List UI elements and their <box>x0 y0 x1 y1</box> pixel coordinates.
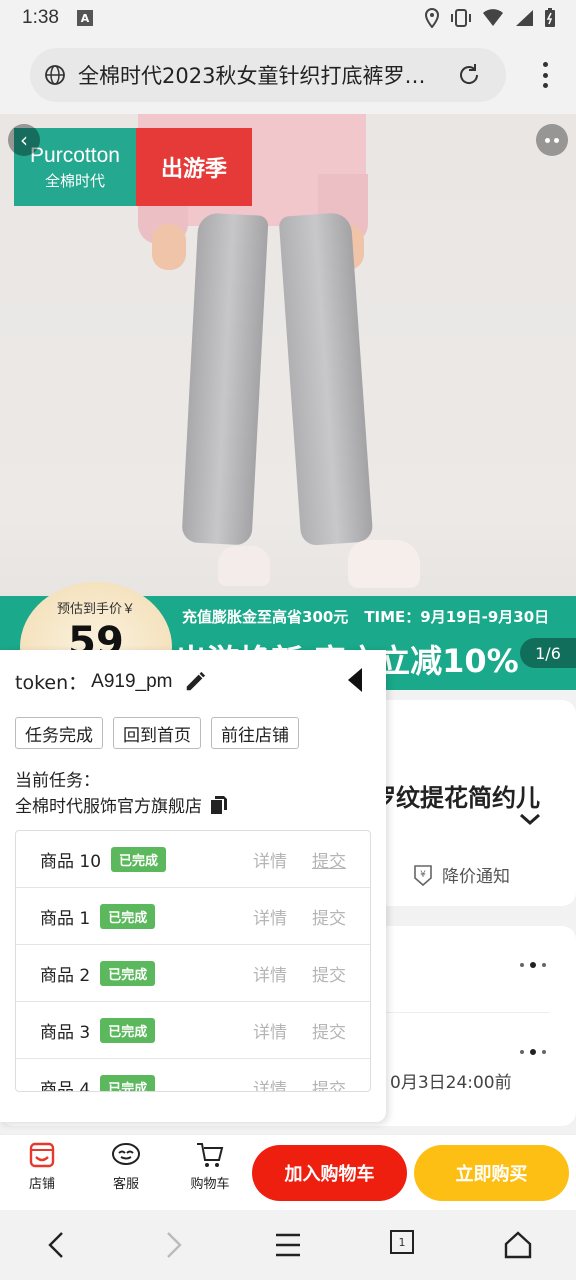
brand-name-en: Purcotton <box>30 143 120 167</box>
back-icon[interactable]: ‹ <box>8 124 40 156</box>
browser-menu-icon[interactable] <box>542 62 548 88</box>
promo-deposit-text: 充值膨胀金至高省300元 <box>182 608 349 626</box>
more-dots-icon[interactable] <box>520 1049 550 1055</box>
edit-icon[interactable] <box>184 671 206 693</box>
svg-text:¥: ¥ <box>420 870 426 880</box>
status-badge: 已完成 <box>111 846 167 872</box>
submit-link[interactable]: 提交 <box>312 961 346 986</box>
status-badge: 已完成 <box>100 1074 156 1091</box>
submit-link[interactable]: 提交 <box>312 1075 346 1092</box>
copy-icon[interactable] <box>210 795 228 815</box>
brand-logo: Purcotton 全棉时代 出游季 <box>14 128 252 206</box>
go-to-shop-button[interactable]: 前往店铺 <box>211 717 299 749</box>
forward-arrow-icon[interactable] <box>162 1230 186 1260</box>
status-badge: 已完成 <box>100 1017 156 1043</box>
price-notice-button[interactable]: ¥ 降价通知 <box>412 862 510 887</box>
detail-link[interactable]: 详情 <box>253 847 287 872</box>
table-row: 商品 4 已完成 详情 提交 <box>16 1059 370 1092</box>
product-title: 罗纹提花简约儿 <box>372 784 540 812</box>
product-image-carousel[interactable]: Purcotton 全棉时代 出游季 ‹ 充值膨胀金至高省300元 TIME：9月… <box>0 114 576 690</box>
product-photo-shoe <box>348 540 420 588</box>
service-label: 客服 <box>112 1177 139 1192</box>
cart-tab[interactable]: 购物车 <box>180 1141 240 1192</box>
location-icon <box>424 8 440 28</box>
tab-count: 1 <box>398 1235 406 1249</box>
detail-link[interactable]: 详情 <box>253 904 287 929</box>
shop-label: 店铺 <box>28 1177 55 1192</box>
vibrate-icon <box>451 9 471 27</box>
browser-toolbar: 全棉时代2023秋女童针织打底裤罗… <box>0 36 576 114</box>
status-time: 1:38 <box>22 7 59 28</box>
panel-buttons: 任务完成 回到首页 前往店铺 <box>15 717 299 749</box>
status-icons <box>424 8 556 28</box>
brand-name-cn: 全棉时代 <box>44 171 105 190</box>
price-label: 预估到手价￥ <box>56 602 135 617</box>
delivery-deadline: 0月3日24:00前 <box>390 1073 512 1093</box>
token-row: token： A919_pm <box>15 668 206 695</box>
add-to-cart-button[interactable]: 加入购物车 <box>252 1145 407 1201</box>
divider <box>380 1012 550 1013</box>
chevron-down-icon[interactable] <box>518 812 542 826</box>
task-complete-button[interactable]: 任务完成 <box>15 717 103 749</box>
detail-link[interactable]: 详情 <box>253 1075 287 1092</box>
token-value: A919_pm <box>91 670 173 692</box>
product-name: 商品 3 <box>40 1022 91 1043</box>
url-title[interactable]: 全棉时代2023秋女童针织打底裤罗… <box>78 60 450 90</box>
back-arrow-icon[interactable] <box>44 1230 68 1260</box>
bottom-action-bar: 店铺 客服 购物车 加入购物车 立即购买 <box>0 1134 576 1210</box>
shop-icon <box>29 1142 55 1168</box>
menu-icon[interactable] <box>274 1230 302 1260</box>
current-shop: 全棉时代服饰官方旗舰店 <box>15 792 228 817</box>
product-photo-hand <box>152 224 186 270</box>
service-tab[interactable]: 客服 <box>96 1141 156 1192</box>
status-badge: 已完成 <box>100 960 156 986</box>
detail-link[interactable]: 详情 <box>253 1018 287 1043</box>
promo-time: TIME：9月19日-9月30日 <box>364 608 550 626</box>
globe-icon <box>45 65 65 85</box>
table-row: 商品 1 已完成 详情 提交 <box>16 888 370 945</box>
collapse-panel-icon[interactable] <box>346 666 364 694</box>
detail-link[interactable]: 详情 <box>253 961 287 986</box>
product-photo-shoe <box>218 546 270 586</box>
cart-icon <box>197 1143 224 1167</box>
notification-icon: A <box>76 10 93 26</box>
tabs-button[interactable]: 1 <box>390 1230 414 1254</box>
customer-service-icon <box>112 1143 140 1165</box>
submit-link[interactable]: 提交 <box>312 1018 346 1043</box>
back-home-button[interactable]: 回到首页 <box>113 717 201 749</box>
submit-link[interactable]: 提交 <box>312 904 346 929</box>
signal-icon <box>516 10 533 26</box>
campaign-logo: 出游季 <box>136 128 252 206</box>
reload-icon[interactable] <box>456 62 482 88</box>
battery-icon <box>545 8 555 27</box>
product-photo-legging <box>181 212 269 546</box>
more-dots-icon[interactable] <box>520 962 550 968</box>
current-task-label: 当前任务： <box>15 771 100 791</box>
cart-label: 购物车 <box>190 1177 230 1192</box>
status-badge: 已完成 <box>100 903 156 929</box>
product-name: 商品 10 <box>40 851 102 872</box>
shop-name: 全棉时代服饰官方旗舰店 <box>15 797 202 817</box>
home-icon[interactable] <box>504 1230 532 1260</box>
url-bar[interactable]: 全棉时代2023秋女童针织打底裤罗… <box>30 48 506 102</box>
table-row: 商品 10 已完成 详情 提交 <box>16 831 370 888</box>
task-panel: token： A919_pm 任务完成 回到首页 前往店铺 当前任务： 全棉时代… <box>0 650 386 1122</box>
buy-now-button[interactable]: 立即购买 <box>414 1145 569 1201</box>
product-name: 商品 1 <box>40 908 91 929</box>
submit-link[interactable]: 提交 <box>312 847 346 872</box>
shop-tab[interactable]: 店铺 <box>12 1141 72 1192</box>
wifi-icon <box>483 9 503 26</box>
product-name: 商品 2 <box>40 965 91 986</box>
token-label: token： <box>15 672 88 694</box>
product-name: 商品 4 <box>40 1079 91 1092</box>
browser-bottom-nav: 1 <box>0 1210 576 1280</box>
more-icon[interactable] <box>536 124 568 156</box>
status-bar: 1:38 A <box>0 0 576 36</box>
price-notice-label: 降价通知 <box>442 867 510 887</box>
table-row: 商品 3 已完成 详情 提交 <box>16 1002 370 1059</box>
image-pager: 1/6 <box>520 638 576 668</box>
product-task-table: 商品 10 已完成 详情 提交 商品 1 已完成 详情 提交 商品 2 已完成 … <box>15 830 371 1092</box>
table-row: 商品 2 已完成 详情 提交 <box>16 945 370 1002</box>
price-tag-icon: ¥ <box>414 864 432 886</box>
